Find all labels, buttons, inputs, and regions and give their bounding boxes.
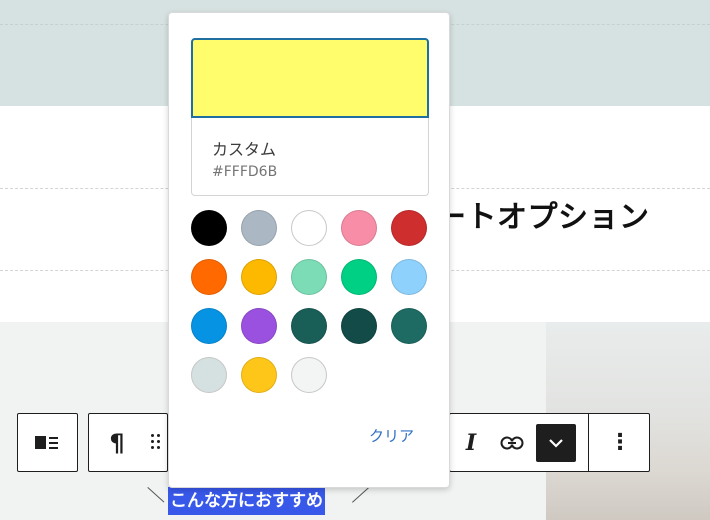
color-swatch[interactable] [241,210,277,246]
color-swatch[interactable] [391,210,427,246]
color-swatch[interactable] [191,259,227,295]
clear-button[interactable]: クリア [369,425,414,446]
selected-text[interactable]: こんな方におすすめ [168,487,325,515]
color-swatch[interactable] [241,308,277,344]
options-icon[interactable]: ⋮ [600,414,640,471]
color-swatch[interactable] [241,259,277,295]
link-icon[interactable] [492,414,532,471]
color-swatch[interactable] [191,308,227,344]
chevron-down-icon [549,439,563,448]
color-swatch[interactable] [341,308,377,344]
color-swatch[interactable] [341,210,377,246]
drag-handle-icon[interactable] [151,434,161,450]
color-swatch[interactable] [241,357,277,393]
current-color-preview[interactable] [191,38,429,118]
color-swatch[interactable] [291,210,327,246]
more-formatting-button[interactable] [536,424,576,462]
color-picker-popover: カスタム #FFFD6B クリア [168,12,450,488]
italic-button[interactable]: I [454,414,488,471]
page-heading[interactable]: ートオプション [436,192,650,236]
color-name: カスタム [212,140,277,159]
color-swatch[interactable] [291,308,327,344]
align-left-with-text-icon[interactable] [35,435,59,451]
color-swatch[interactable] [191,357,227,393]
color-swatch[interactable] [391,259,427,295]
paragraph-icon[interactable]: ¶ [97,414,137,471]
color-swatch[interactable] [291,259,327,295]
color-swatch[interactable] [391,308,427,344]
block-type-toolbar-group [17,413,78,472]
color-swatch[interactable] [341,259,377,295]
color-swatch[interactable] [291,357,327,393]
color-hex-value[interactable]: #FFFD6B [212,164,277,180]
color-info-box: カスタム #FFFD6B [191,118,429,196]
color-swatch[interactable] [191,210,227,246]
block-toolbar-group-left: ¶ [88,413,168,472]
